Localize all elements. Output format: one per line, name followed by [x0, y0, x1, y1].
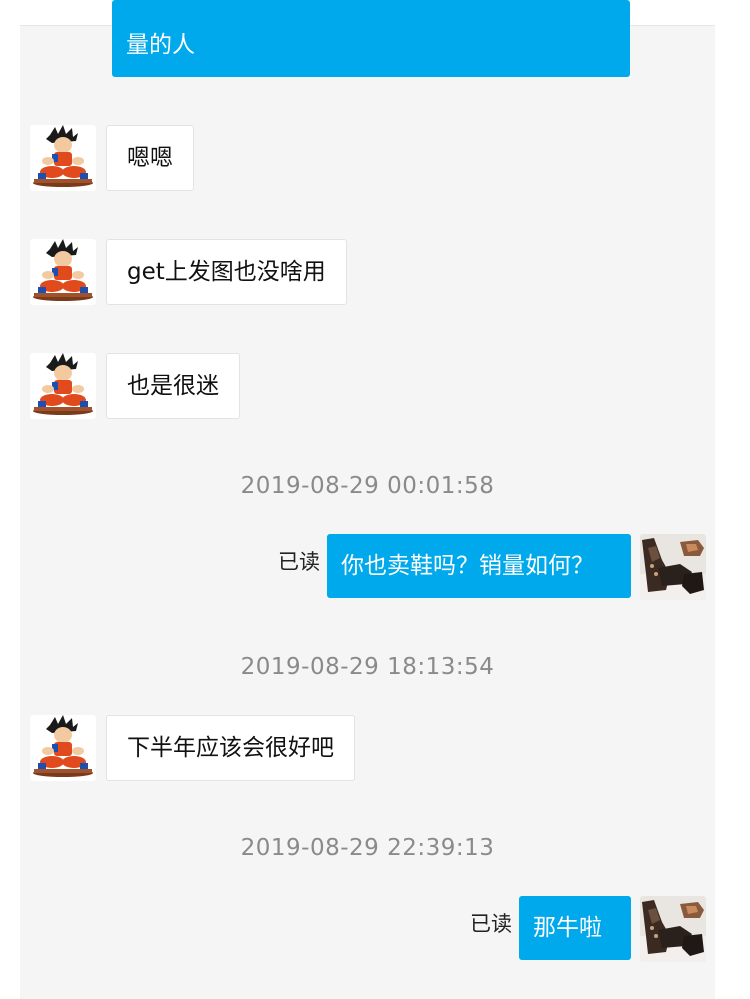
message-timestamp: 2019-08-29 00:01:58	[240, 473, 495, 499]
contact-avatar-icon[interactable]	[30, 239, 96, 305]
message-bubble-incoming[interactable]: 也是很迷	[106, 353, 240, 419]
read-status-label: 已读	[470, 912, 512, 936]
message-bubble-outgoing[interactable]: 那牛啦	[519, 896, 631, 960]
message-text: 下半年应该会很好吧	[127, 735, 334, 761]
message-text: 你也卖鞋吗？销量如何？	[341, 553, 594, 579]
message-text: get上发图也没啥用	[127, 259, 326, 285]
message-text: 量的人	[126, 32, 195, 58]
message-bubble-outgoing[interactable]: 量的人	[112, 0, 630, 77]
message-timestamp: 2019-08-29 18:13:54	[240, 654, 495, 680]
contact-avatar-icon[interactable]	[30, 125, 96, 191]
message-bubble-outgoing[interactable]: 你也卖鞋吗？销量如何？	[327, 534, 631, 598]
chat-conversation-area[interactable]: 量的人 嗯嗯 get上发图也没啥用 也是很迷 2019-08-29 00:01:…	[20, 0, 715, 999]
read-status-label: 已读	[278, 550, 320, 574]
message-text: 嗯嗯	[127, 145, 173, 171]
contact-avatar-icon[interactable]	[30, 353, 96, 419]
self-avatar-icon[interactable]	[640, 896, 706, 962]
message-timestamp: 2019-08-29 22:39:13	[240, 835, 495, 861]
message-text: 那牛啦	[533, 915, 602, 941]
message-bubble-incoming[interactable]: 嗯嗯	[106, 125, 194, 191]
chat-screen: 量的人 嗯嗯 get上发图也没啥用 也是很迷 2019-08-29 00:01:…	[0, 0, 750, 999]
message-bubble-incoming[interactable]: 下半年应该会很好吧	[106, 715, 355, 781]
self-avatar-icon[interactable]	[640, 534, 706, 600]
message-text: 也是很迷	[127, 373, 219, 399]
message-bubble-incoming[interactable]: get上发图也没啥用	[106, 239, 347, 305]
contact-avatar-icon[interactable]	[30, 715, 96, 781]
